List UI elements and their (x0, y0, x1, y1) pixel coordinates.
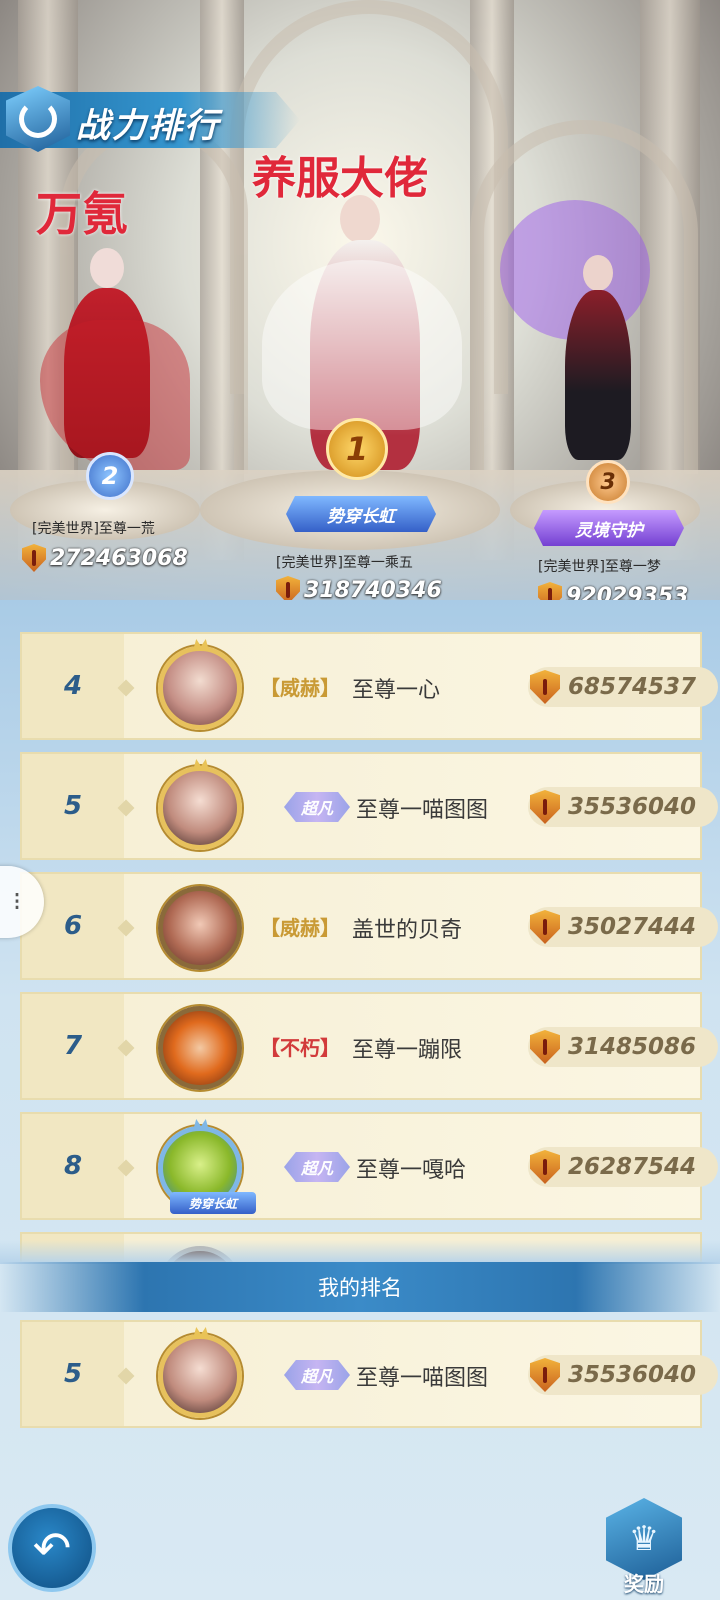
player-name: 至尊一喵图图 (356, 1366, 489, 1391)
rank-1-title-badge: 势穿长虹 (286, 496, 436, 532)
player-name: 至尊一喵图图 (356, 798, 489, 823)
my-rank-header: 我的排名 (0, 1262, 720, 1312)
rank-3-name: [完美世界]至尊一梦 (538, 559, 661, 575)
rank-number: 8 (63, 1151, 83, 1181)
ranking-row-4[interactable]: 4 【威赫】 至尊一心 68574537 (20, 632, 718, 740)
crown-icon (193, 639, 209, 651)
rank-1-name: [完美世界]至尊一乘五 (276, 555, 413, 571)
power-shield-icon (22, 544, 46, 572)
power-shield-icon (530, 1030, 560, 1064)
title-tag: 【威赫】 (260, 676, 340, 700)
back-button[interactable]: ↶ (8, 1504, 96, 1592)
power-display: 35536040 (528, 787, 718, 827)
rank-number: 7 (63, 1031, 83, 1061)
reward-button[interactable]: ♛ 奖励 (606, 1498, 682, 1596)
crown-icon (193, 1119, 209, 1131)
power-display: 35536040 (528, 1355, 718, 1395)
power-shield-icon (530, 910, 560, 944)
rank-number: 5 (63, 791, 83, 821)
ranking-row-8[interactable]: 8 势穿长虹 超凡 至尊一嘎哈 26287544 (20, 1112, 718, 1220)
page-title: 战力排行 (76, 106, 220, 146)
avatar[interactable] (158, 639, 242, 730)
rank-3-title-badge: 灵境守护 (534, 510, 684, 546)
rank-number: 4 (63, 671, 83, 701)
power-display: 26287544 (528, 1147, 718, 1187)
avatar[interactable] (158, 886, 242, 970)
rank-1-medal: 1 (326, 418, 388, 480)
power-shield-icon (530, 790, 560, 824)
power-shield-icon (530, 1358, 560, 1392)
dots-icon: ⁝ (12, 887, 22, 917)
title-tag: 【威赫】 (260, 916, 340, 940)
avatar[interactable] (158, 1006, 242, 1090)
rank-2-power: 272463068 (22, 544, 188, 572)
player-name: 盖世的贝奇 (352, 918, 463, 943)
avatar-title-badge: 势穿长虹 (170, 1192, 256, 1214)
power-display: 35027444 (528, 907, 718, 947)
rank-2-medal: 2 (86, 452, 134, 500)
title-tag: 超凡 (284, 1152, 350, 1182)
title-tag: 超凡 (284, 1360, 350, 1390)
title-tag: 超凡 (284, 792, 350, 822)
power-display: 68574537 (528, 667, 718, 707)
ranking-row-6[interactable]: 6 【威赫】 盖世的贝奇 35027444 (20, 872, 718, 980)
player-name: 至尊一心 (352, 678, 441, 703)
crown-icon (193, 759, 209, 771)
ranking-row-5[interactable]: 5 超凡 至尊一喵图图 35536040 (20, 752, 718, 860)
rank-number: 6 (63, 911, 83, 941)
annotation-center: 养服大佬 (252, 153, 428, 204)
player-name: 至尊一蹦限 (352, 1038, 463, 1063)
crown-icon (193, 1327, 209, 1339)
rank-2-name: [完美世界]至尊一荒 (32, 521, 155, 537)
rank-number: 5 (63, 1359, 83, 1389)
title-tag: 【不朽】 (260, 1036, 340, 1060)
my-rank-label: 我的排名 (318, 1276, 402, 1300)
power-shield-icon (530, 1150, 560, 1184)
power-display: 31485086 (528, 1027, 718, 1067)
ranking-list-background (0, 600, 720, 1600)
podium-area: 战力排行 万氪 养服大佬 2 1 3 势穿长虹 灵境守护 [完美世界]至尊一荒 … (0, 0, 720, 640)
reward-label: 奖励 (624, 1572, 664, 1596)
ranking-row-7[interactable]: 7 【不朽】 至尊一蹦限 31485086 (20, 992, 718, 1100)
avatar[interactable] (158, 1327, 242, 1418)
power-shield-icon (530, 670, 560, 704)
annotation-left: 万氪 (36, 187, 128, 241)
player-name: 至尊一嘎哈 (356, 1158, 467, 1183)
back-arrow-icon: ↶ (32, 1521, 72, 1575)
my-rank-row[interactable]: 5 超凡 至尊一喵图图 35536040 (20, 1320, 718, 1428)
avatar[interactable] (158, 759, 242, 850)
rank-3-medal: 3 (586, 460, 630, 504)
